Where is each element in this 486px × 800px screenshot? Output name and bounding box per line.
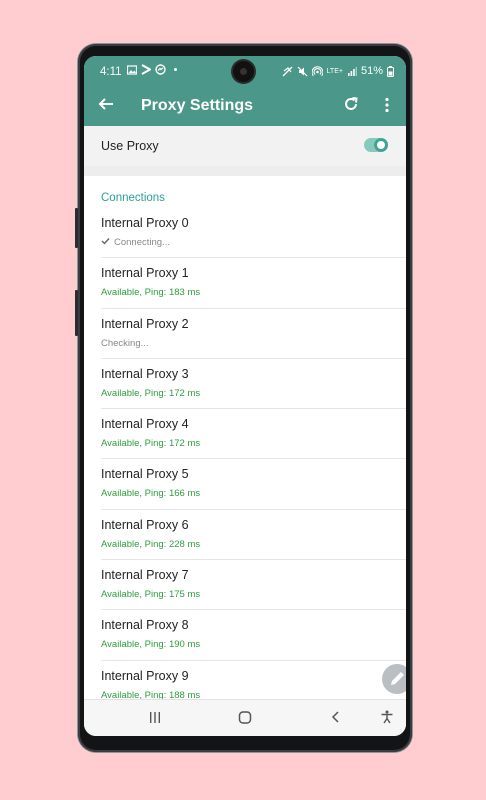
proxy-name: Internal Proxy 7 (101, 568, 189, 583)
signal-icon (347, 67, 357, 76)
proxy-list-item[interactable]: Internal Proxy 7 Available, Ping: 175 ms (84, 560, 406, 611)
messenger-icon (155, 64, 166, 75)
proxy-name: Internal Proxy 5 (101, 467, 189, 482)
proxy-status-text: Available, Ping: 228 ms (101, 538, 201, 550)
status-bar: 4:11 LTE+ 51% (84, 56, 406, 88)
use-proxy-label: Use Proxy (101, 139, 159, 153)
accessibility-icon[interactable] (380, 710, 394, 729)
proxy-list: Internal Proxy 0 Connecting... Internal Pr… (84, 208, 406, 711)
system-nav-bar (84, 699, 406, 736)
play-icon (141, 64, 151, 75)
proxy-status-text: Available, Ping: 166 ms (101, 488, 201, 500)
proxy-status: Available, Ping: 166 ms (101, 488, 200, 499)
proxy-status-text: Available, Ping: 172 ms (101, 387, 201, 399)
volume-button (75, 208, 78, 248)
hotspot-icon (311, 65, 323, 76)
connections-header: Connections (101, 192, 165, 204)
proxy-status-text: Available, Ping: 190 ms (101, 639, 201, 651)
arrow-left-icon[interactable] (98, 96, 114, 116)
status-time: 4:11 (100, 66, 122, 78)
check-icon (101, 238, 110, 245)
use-proxy-toggle[interactable] (364, 138, 388, 152)
proxy-status-text: Available, Ping: 175 ms (101, 589, 201, 601)
front-camera (233, 61, 254, 82)
home-icon[interactable] (238, 710, 252, 729)
proxy-status: Checking... (101, 338, 149, 349)
proxy-list-item[interactable]: Internal Proxy 3 Available, Ping: 172 ms (84, 359, 406, 410)
app-bar: Proxy Settings (84, 88, 406, 126)
proxy-list-item[interactable]: Internal Proxy 2 Checking... (84, 309, 406, 359)
edit-fab[interactable] (382, 664, 406, 694)
proxy-name: Internal Proxy 6 (101, 517, 189, 532)
proxy-name: Internal Proxy 9 (101, 668, 189, 683)
pencil-icon (391, 672, 404, 685)
proxy-name: Internal Proxy 3 (101, 366, 189, 381)
proxy-status: Available, Ping: 183 ms (101, 287, 200, 298)
proxy-list-item[interactable]: Internal Proxy 6 Available, Ping: 228 ms (84, 510, 406, 561)
proxy-name: Internal Proxy 1 (101, 266, 189, 281)
proxy-list-item[interactable]: Internal Proxy 5 Available, Ping: 166 ms (84, 459, 406, 510)
proxy-status: Available, Ping: 172 ms (101, 388, 200, 399)
proxy-status-text: Available, Ping: 183 ms (101, 287, 201, 299)
proxy-list-item[interactable]: Internal Proxy 4 Available, Ping: 172 ms (84, 409, 406, 460)
page-title: Proxy Settings (141, 97, 254, 114)
recents-icon[interactable] (148, 710, 162, 729)
proxy-name: Internal Proxy 8 (101, 618, 189, 633)
proxy-list-item[interactable]: Internal Proxy 1 Available, Ping: 183 ms (84, 258, 406, 309)
proxy-status: Available, Ping: 175 ms (101, 589, 200, 600)
proxy-status: Available, Ping: 190 ms (101, 639, 200, 650)
lte-label: LTE+ (326, 67, 343, 75)
data-saver-icon (282, 66, 293, 76)
toggle-knob (374, 138, 388, 152)
proxy-status-text: Checking... (101, 337, 149, 349)
battery-percent: 51% (360, 65, 383, 77)
proxy-list-item[interactable]: Internal Proxy 0 Connecting... (84, 208, 406, 259)
mute-icon (297, 66, 307, 76)
image-icon (127, 64, 137, 75)
refresh-icon[interactable] (343, 96, 359, 117)
back-icon[interactable] (329, 710, 343, 729)
proxy-status: Available, Ping: 228 ms (101, 539, 200, 550)
proxy-name: Internal Proxy 4 (101, 417, 189, 432)
proxy-status: Available, Ping: 172 ms (101, 438, 200, 449)
more-vert-icon[interactable] (384, 97, 390, 118)
battery-icon (387, 65, 394, 77)
proxy-status-text: Available, Ping: 172 ms (101, 438, 201, 450)
bixby-button (75, 290, 78, 336)
dot-icon (174, 68, 177, 71)
phone-screen: 4:11 LTE+ 51% Proxy Settings Use Proxy C… (84, 56, 406, 736)
proxy-list-item[interactable]: Internal Proxy 8 Available, Ping: 190 ms (84, 610, 406, 661)
section-divider (84, 166, 406, 176)
proxy-name: Internal Proxy 2 (101, 316, 189, 331)
use-proxy-row[interactable]: Use Proxy (84, 126, 406, 166)
proxy-name: Internal Proxy 0 (101, 216, 189, 230)
proxy-status-text: Connecting... (114, 237, 170, 248)
proxy-status: Connecting... (101, 237, 170, 248)
